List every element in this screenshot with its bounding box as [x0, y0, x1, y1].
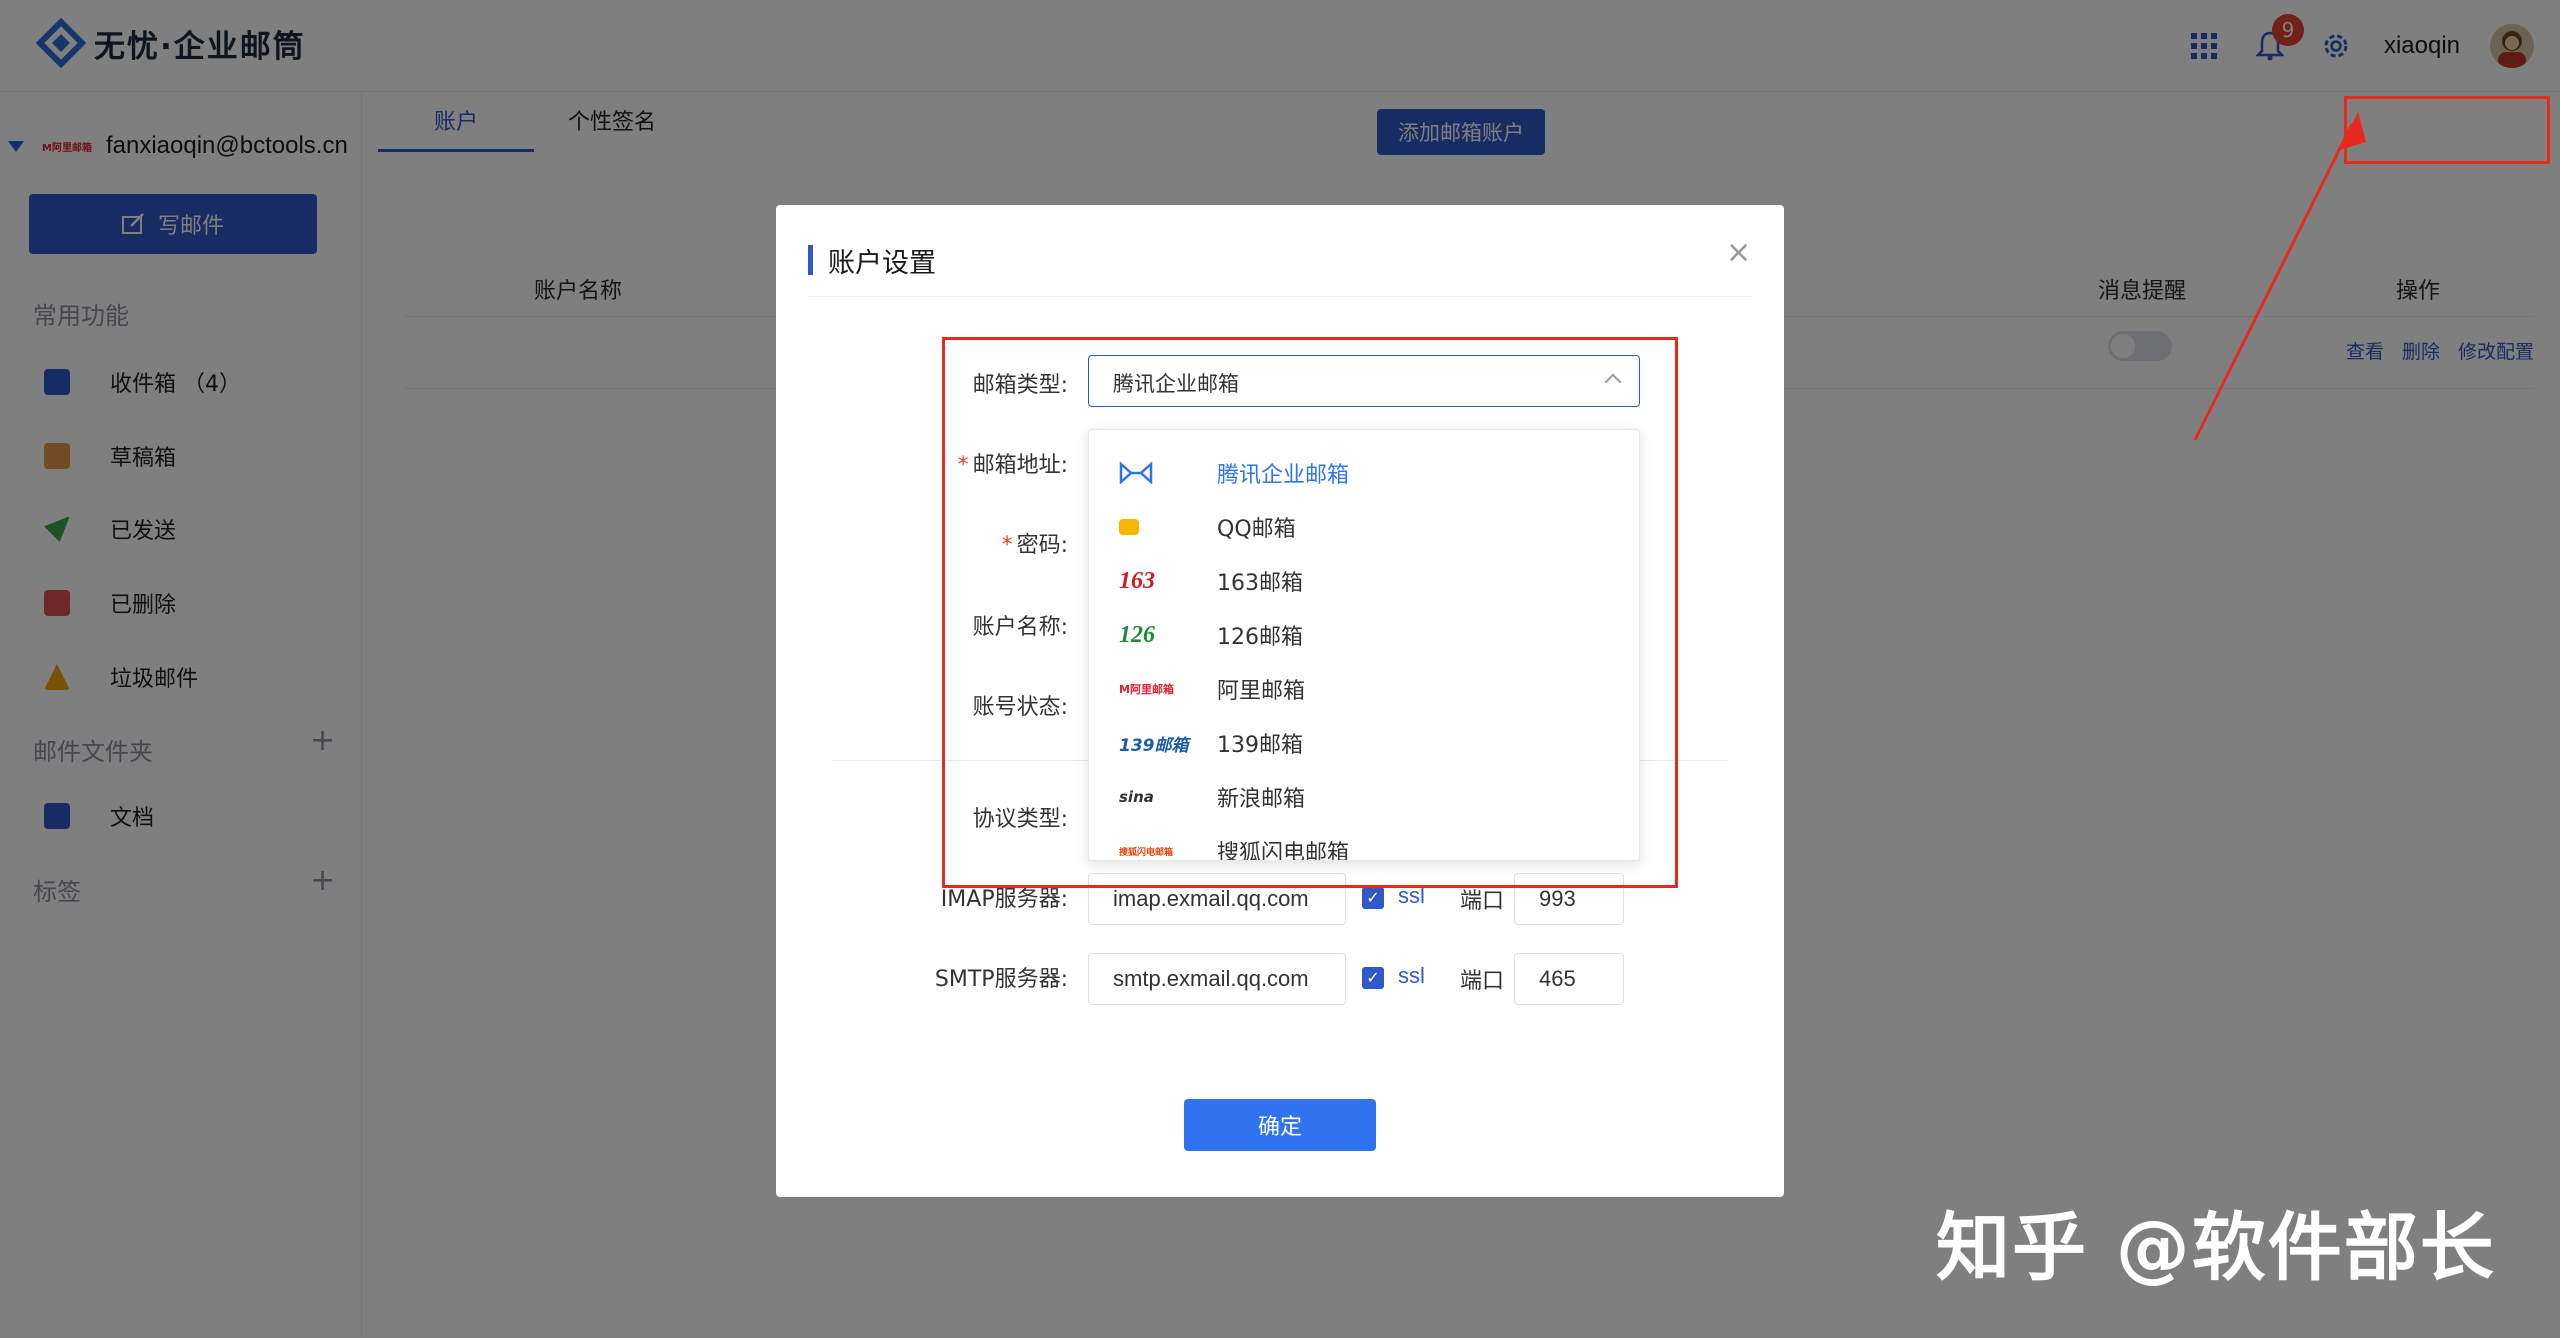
- label-smtp: SMTP服务器:: [868, 961, 1068, 993]
- form-highlight-box: [942, 337, 1678, 888]
- title-accent-bar: [808, 245, 813, 275]
- watermark: 知乎 @软件部长: [1936, 1188, 2496, 1295]
- smtp-ssl-label: ssl: [1398, 963, 1425, 989]
- smtp-server-input[interactable]: smtp.exmail.qq.com: [1088, 953, 1346, 1005]
- imap-ssl-checkbox[interactable]: ✓: [1362, 887, 1384, 909]
- confirm-button[interactable]: 确定: [1184, 1099, 1376, 1151]
- dialog-title: 账户设置: [828, 241, 936, 280]
- smtp-port-label: 端口: [1460, 963, 1504, 995]
- close-icon[interactable]: ×: [1726, 235, 1751, 270]
- dialog-header: 账户设置: [808, 241, 1752, 297]
- smtp-ssl-checkbox[interactable]: ✓: [1362, 967, 1384, 989]
- add-account-highlight-box: [2344, 96, 2550, 164]
- smtp-port-input[interactable]: 465: [1514, 953, 1624, 1005]
